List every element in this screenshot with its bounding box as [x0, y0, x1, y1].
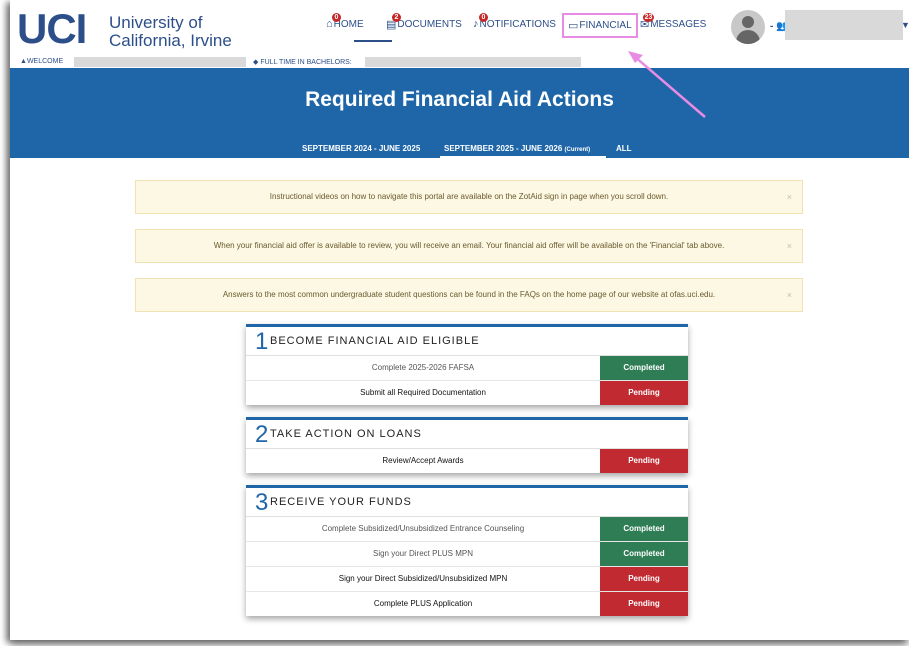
arrow-shaft: [633, 55, 706, 118]
browser-page: UCI University of California, Irvine ⌂ 0 …: [10, 0, 909, 640]
annotation-arrow: [628, 51, 706, 118]
